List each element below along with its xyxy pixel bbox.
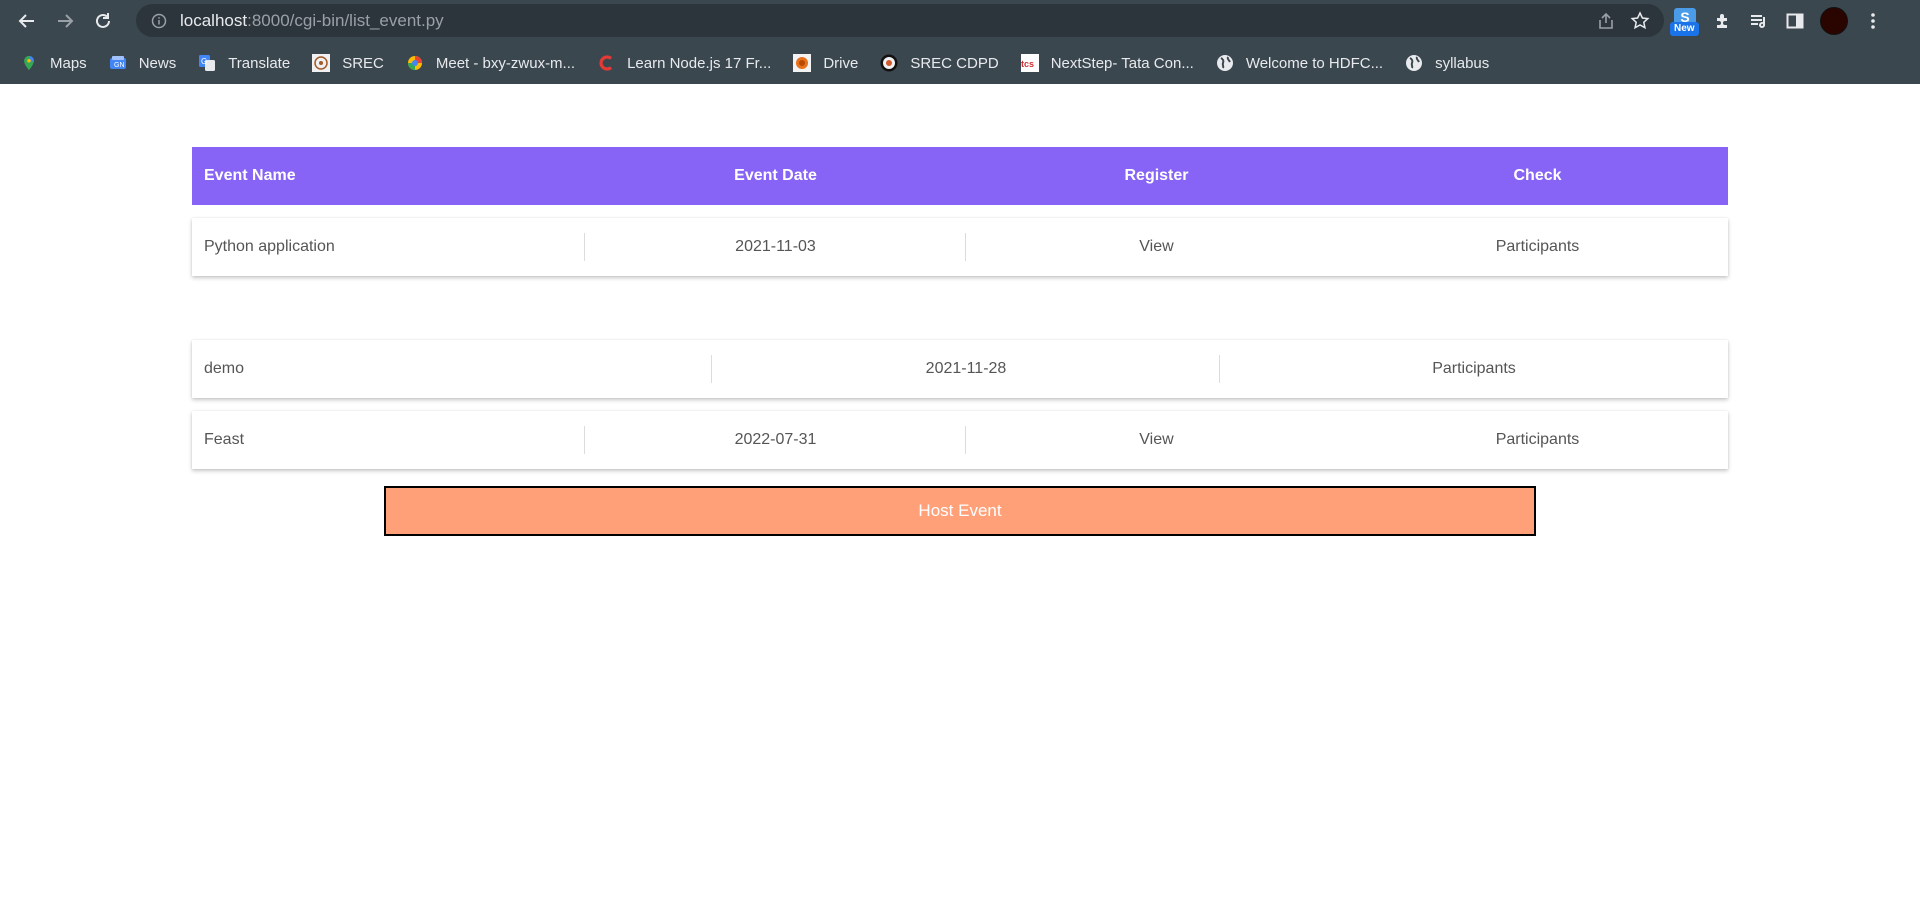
back-arrow-icon	[18, 14, 34, 28]
menu-kebab-icon[interactable]	[1862, 10, 1884, 32]
event-name-cell: Python application	[192, 218, 585, 276]
bookmark-drive[interactable]: Drive	[793, 54, 858, 72]
event-date-cell: 2021-11-03	[585, 218, 966, 276]
reload-icon	[96, 13, 110, 28]
bookmark-label: News	[138, 54, 177, 72]
meet-icon	[406, 54, 424, 72]
participants-link[interactable]: Participants	[1347, 218, 1728, 276]
header-event-name: Event Name	[204, 167, 296, 184]
bookmark-label: Translate	[228, 54, 291, 72]
srec-icon	[312, 54, 331, 72]
bookmark-label: Maps	[50, 54, 87, 72]
bookmark-translate[interactable]: G Translate	[198, 54, 290, 72]
register-view-link[interactable]: View	[966, 411, 1347, 469]
bookmarks-bar: Maps GN News G Translate SREC Meet - bxy…	[0, 42, 1920, 84]
bookmark-label: syllabus	[1435, 54, 1490, 72]
bookmark-label: Welcome to HDFC...	[1245, 54, 1384, 72]
extensions-puzzle-icon[interactable]	[1712, 10, 1734, 32]
learn-icon	[597, 54, 615, 72]
new-badge: New	[1670, 22, 1699, 36]
translate-icon: G	[198, 54, 216, 72]
bookmark-label: Drive	[823, 54, 859, 72]
svg-text:tcs: tcs	[1021, 59, 1034, 69]
reload-button[interactable]	[84, 2, 122, 40]
participants-link[interactable]: Participants	[1347, 411, 1728, 469]
site-info-icon[interactable]	[151, 13, 167, 29]
reading-list-icon[interactable]	[1748, 10, 1770, 32]
event-date-cell: 2022-07-31	[585, 411, 966, 469]
bookmark-nextstep[interactable]: tcs NextStep- Tata Con...	[1020, 54, 1194, 72]
side-panel-icon[interactable]	[1784, 10, 1806, 32]
header-check: Check	[1513, 167, 1562, 184]
bookmark-learn-node[interactable]: Learn Node.js 17 Fr...	[597, 54, 771, 72]
table-row: Feast 2022-07-31 View Participants	[192, 411, 1728, 469]
bookmark-srec[interactable]: SREC	[312, 54, 384, 72]
header-event-date: Event Date	[734, 167, 817, 184]
bookmark-news[interactable]: GN News	[109, 54, 177, 72]
globe-icon	[1405, 54, 1423, 72]
participants-link[interactable]: Participants	[1220, 340, 1728, 398]
drive-icon	[793, 54, 812, 72]
bookmark-syllabus[interactable]: syllabus	[1405, 54, 1489, 72]
table-row: demo 2021-11-28 Participants	[192, 340, 1728, 398]
browser-toolbar: localhost:8000/cgi-bin/list_event.py S N…	[0, 0, 1920, 42]
bookmark-srec-cdpd[interactable]: SREC CDPD	[880, 54, 999, 72]
share-icon[interactable]	[1596, 11, 1616, 31]
event-name-cell: Feast	[192, 411, 585, 469]
bookmark-star-icon[interactable]	[1630, 10, 1650, 31]
bookmark-label: SREC	[342, 54, 384, 72]
srec-cdpd-icon	[880, 54, 898, 72]
event-date-cell: 2021-11-28	[712, 340, 1220, 398]
extension-s-button[interactable]: S New	[1670, 8, 1699, 36]
tcs-icon: tcs	[1020, 54, 1039, 72]
bookmark-hdfc[interactable]: Welcome to HDFC...	[1216, 54, 1383, 72]
url-path: :8000/cgi-bin/list_event.py	[247, 10, 444, 30]
globe-icon	[1216, 54, 1234, 72]
bookmark-label: SREC CDPD	[910, 54, 999, 72]
table-row: Python application 2021-11-03 View Parti…	[192, 218, 1728, 276]
news-icon: GN	[109, 54, 127, 72]
bookmark-meet[interactable]: Meet - bxy-zwux-m...	[406, 54, 575, 72]
register-view-link[interactable]: View	[966, 218, 1347, 276]
url-text[interactable]: localhost:8000/cgi-bin/list_event.py	[180, 11, 444, 31]
bookmark-label: Meet - bxy-zwux-m...	[435, 54, 576, 72]
back-button[interactable]	[8, 2, 46, 40]
host-event-button[interactable]: Host Event	[384, 486, 1536, 536]
forward-button[interactable]	[46, 2, 84, 40]
svg-text:G: G	[201, 57, 207, 66]
events-table: Event Name Event Date Register Check Pyt…	[192, 147, 1728, 536]
address-bar[interactable]: localhost:8000/cgi-bin/list_event.py	[136, 4, 1664, 37]
table-header: Event Name Event Date Register Check	[192, 147, 1728, 205]
maps-icon	[20, 54, 38, 72]
bookmark-label: NextStep- Tata Con...	[1050, 54, 1194, 72]
bookmark-label: Learn Node.js 17 Fr...	[627, 54, 772, 72]
bookmark-maps[interactable]: Maps	[20, 54, 87, 72]
svg-text:GN: GN	[114, 62, 125, 69]
forward-arrow-icon	[58, 14, 74, 28]
event-name-cell: demo	[192, 340, 712, 398]
header-register: Register	[1124, 167, 1189, 184]
url-host: localhost	[180, 10, 248, 30]
profile-avatar[interactable]	[1820, 7, 1848, 35]
